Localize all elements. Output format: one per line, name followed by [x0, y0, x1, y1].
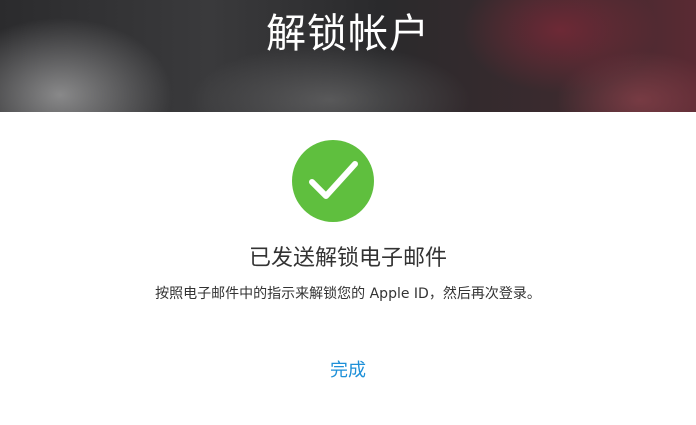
done-button[interactable]: 完成 — [308, 358, 388, 384]
checkmark-circle-icon — [292, 140, 374, 222]
header-banner: 解锁帐户 — [0, 0, 696, 112]
status-description: 按照电子邮件中的指示来解锁您的 Apple ID，然后再次登录。 — [155, 286, 541, 302]
status-heading: 已发送解锁电子邮件 — [248, 246, 447, 271]
unlock-account-page: 解锁帐户 已发送解锁电子邮件 按照电子邮件中的指示来解锁您的 Apple ID，… — [0, 0, 696, 425]
page-title: 解锁帐户 — [266, 11, 430, 57]
